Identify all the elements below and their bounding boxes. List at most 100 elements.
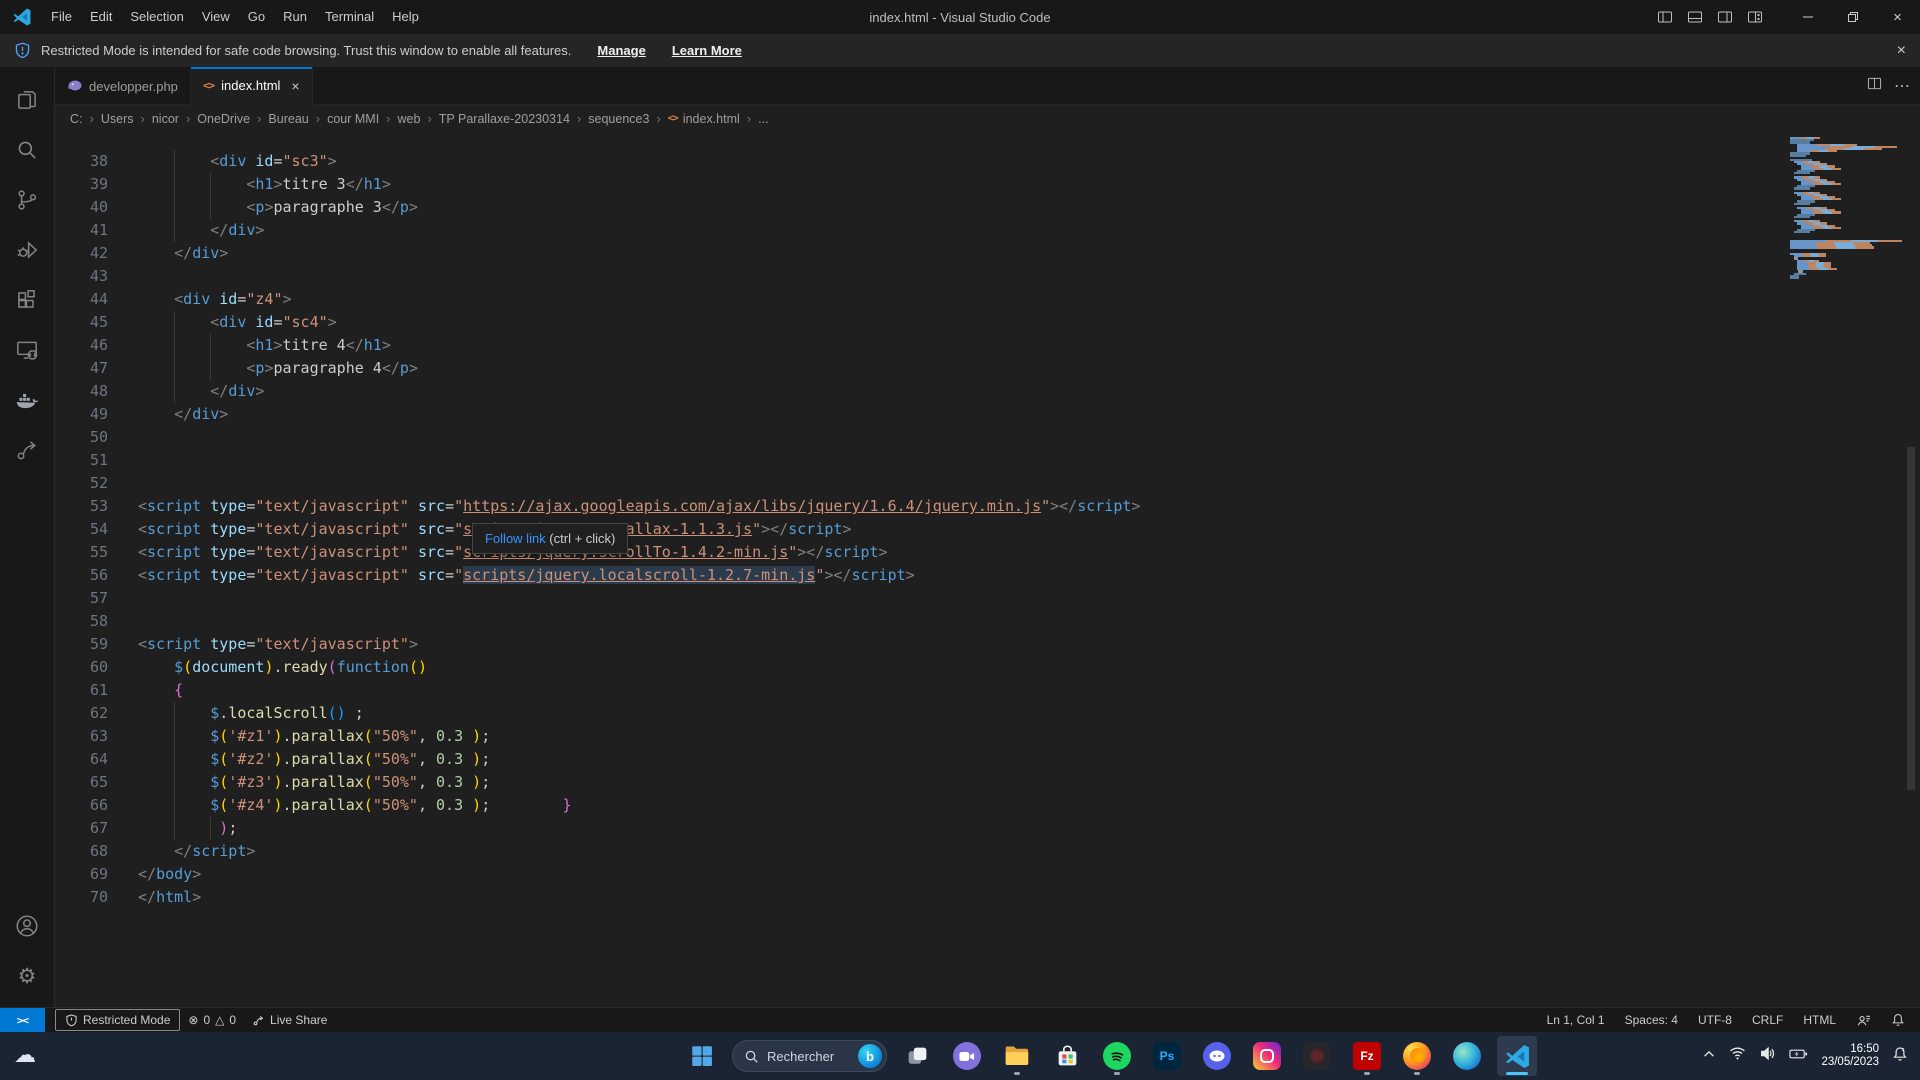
taskbar-app-filezilla[interactable]: Fz [1347, 1036, 1387, 1076]
clock-date: 23/05/2023 [1821, 1056, 1879, 1069]
warnings-count: 0 [229, 1013, 236, 1027]
follow-link-label[interactable]: Follow link [485, 531, 546, 546]
customize-layout-icon[interactable] [1747, 9, 1763, 25]
taskbar-app-vscode[interactable] [1497, 1036, 1537, 1076]
learn-more-link[interactable]: Learn More [672, 43, 742, 58]
menu-file[interactable]: File [42, 0, 81, 34]
activity-bar: ⚙ [0, 67, 55, 1007]
menu-view[interactable]: View [193, 0, 239, 34]
token: ; [481, 750, 490, 768]
notifications-bell-icon[interactable] [1884, 1009, 1912, 1031]
weather-widget-icon[interactable]: ☁ [14, 1042, 36, 1068]
wifi-icon[interactable] [1729, 1045, 1746, 1067]
indent-guide [138, 794, 174, 817]
toggle-primary-sidebar-icon[interactable] [1657, 9, 1673, 25]
restricted-mode-status[interactable]: Restricted Mode [55, 1009, 180, 1031]
taskbar-app-start[interactable] [682, 1036, 722, 1076]
remote-indicator[interactable]: >< [0, 1008, 45, 1033]
problems-status[interactable]: ⊗0 △0 [180, 1009, 244, 1031]
manage-link[interactable]: Manage [597, 43, 645, 58]
menu-help[interactable]: Help [383, 0, 428, 34]
token: ( [219, 727, 228, 745]
volume-icon[interactable] [1759, 1045, 1776, 1067]
extensions-icon[interactable] [3, 275, 51, 325]
docker-icon[interactable] [3, 375, 51, 425]
explorer-icon[interactable] [3, 75, 51, 125]
token: type [210, 635, 246, 653]
breadcrumb-item[interactable]: sequence3 [588, 112, 649, 126]
vscode-logo-icon [12, 7, 32, 27]
token: paragraphe 4 [273, 359, 381, 377]
status-cursor-position[interactable]: Ln 1, Col 1 [1540, 1009, 1612, 1031]
notification-center-bell-icon[interactable]: z [1892, 1046, 1908, 1067]
status-eol[interactable]: CRLF [1745, 1009, 1790, 1031]
banner-close-icon[interactable]: × [1897, 42, 1906, 60]
line-text: </body> [138, 863, 201, 886]
settings-gear-icon[interactable]: ⚙ [3, 951, 51, 1001]
menu-edit[interactable]: Edit [81, 0, 121, 34]
taskbar-app-microsoft-store[interactable] [1047, 1036, 1087, 1076]
tab-developper.php[interactable]: developper.php [55, 67, 191, 105]
status-language-mode[interactable]: HTML [1796, 1009, 1843, 1031]
breadcrumb-item[interactable]: Bureau [268, 112, 308, 126]
breadcrumb-item[interactable]: C: [70, 112, 83, 126]
taskbar-app-task-view[interactable] [897, 1036, 937, 1076]
taskbar-app-file-explorer[interactable] [997, 1036, 1037, 1076]
token: "z4" [246, 290, 282, 308]
breadcrumb-item[interactable]: TP Parallaxe-20230314 [439, 112, 570, 126]
close-window-button[interactable]: × [1875, 0, 1920, 34]
tooltip-hint: (ctrl + click) [546, 531, 616, 546]
taskbar-app-firefox[interactable] [1397, 1036, 1437, 1076]
feedback-icon[interactable] [1849, 1009, 1878, 1031]
taskbar-app-instagram[interactable] [1247, 1036, 1287, 1076]
menu-run[interactable]: Run [274, 0, 316, 34]
token: ( [364, 750, 373, 768]
taskbar-app-spotify[interactable] [1097, 1036, 1137, 1076]
breadcrumb-item[interactable]: web [398, 112, 421, 126]
breadcrumb-item[interactable]: cour MMI [327, 112, 379, 126]
source-control-icon[interactable] [3, 175, 51, 225]
menu-go[interactable]: Go [239, 0, 274, 34]
remote-explorer-icon[interactable] [3, 325, 51, 375]
more-actions-icon[interactable]: ⋯ [1894, 76, 1910, 96]
taskbar-app-game[interactable] [1297, 1036, 1337, 1076]
code-line: 53<script type="text/javascript" src="ht… [55, 495, 1920, 518]
accounts-icon[interactable] [3, 901, 51, 951]
taskbar-search[interactable]: Rechercherb [732, 1040, 887, 1072]
status-indentation[interactable]: Spaces: 4 [1618, 1009, 1685, 1031]
editor-scrollbar[interactable] [1907, 447, 1915, 790]
split-editor-icon[interactable] [1867, 76, 1882, 96]
toggle-panel-icon[interactable] [1687, 9, 1703, 25]
toggle-secondary-sidebar-icon[interactable] [1717, 9, 1733, 25]
html-file-icon: <> [203, 79, 214, 92]
taskbar-app-discord[interactable] [1197, 1036, 1237, 1076]
taskbar-app-photoshop[interactable]: Ps [1147, 1036, 1187, 1076]
token: </ [174, 405, 192, 423]
taskbar-app-edge[interactable] [1447, 1036, 1487, 1076]
code-editor[interactable]: 38 <div id="sc3">39 <h1>titre 3</h1>40 <… [55, 132, 1920, 1007]
live-share-status[interactable]: Live Share [244, 1009, 335, 1031]
menu-selection[interactable]: Selection [121, 0, 192, 34]
breadcrumb-item[interactable]: nicor [152, 112, 179, 126]
taskbar-app-video-app[interactable] [947, 1036, 987, 1076]
minimap[interactable] [1790, 137, 1910, 279]
tray-chevron-up-icon[interactable] [1702, 1047, 1716, 1066]
status-encoding[interactable]: UTF-8 [1691, 1009, 1739, 1031]
run-and-debug-icon[interactable] [3, 225, 51, 275]
tab-index.html[interactable]: <>index.html× [191, 67, 313, 105]
close-tab-icon[interactable]: × [291, 78, 299, 94]
token: html [156, 888, 192, 906]
restore-button[interactable] [1830, 0, 1875, 34]
breadcrumb-trailing[interactable]: ... [758, 112, 768, 126]
menu-terminal[interactable]: Terminal [316, 0, 383, 34]
breadcrumb-file[interactable]: index.html [683, 112, 740, 126]
search-icon[interactable] [3, 125, 51, 175]
token: = [273, 313, 282, 331]
battery-icon[interactable] [1789, 1047, 1808, 1066]
breadcrumb-item[interactable]: Users [101, 112, 134, 126]
taskbar-clock[interactable]: 16:50 23/05/2023 [1821, 1043, 1879, 1069]
title-bar: FileEditSelectionViewGoRunTerminalHelp i… [0, 0, 1920, 34]
live-share-icon[interactable] [3, 425, 51, 475]
breadcrumb-item[interactable]: OneDrive [197, 112, 250, 126]
minimize-button[interactable] [1785, 0, 1830, 34]
